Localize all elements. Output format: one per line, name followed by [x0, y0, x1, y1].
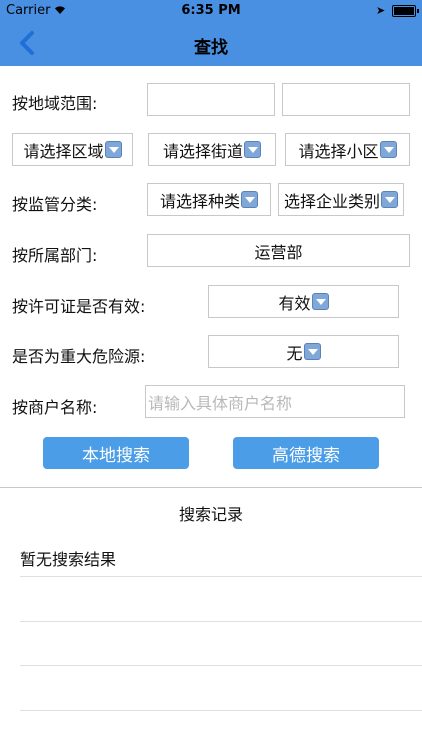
- district-select[interactable]: 请选择区域: [12, 133, 133, 166]
- divider: [0, 487, 422, 488]
- license-select[interactable]: 有效: [208, 285, 399, 318]
- local-search-button[interactable]: 本地搜索: [43, 437, 189, 469]
- street-select[interactable]: 请选择街道: [148, 133, 276, 166]
- community-select[interactable]: 请选择小区: [285, 133, 410, 166]
- page-title: 查找: [194, 38, 228, 58]
- list-divider: [20, 576, 422, 577]
- dropdown-arrow-icon: [303, 343, 321, 360]
- license-value: 有效: [278, 293, 311, 313]
- battery-icon: [392, 5, 419, 17]
- navigation-bar: Carrier 6:35 PM ➤ 查找: [0, 0, 422, 66]
- location-arrow-icon: ➤: [376, 4, 386, 17]
- merchant-label: 按商户名称:: [12, 398, 98, 417]
- kind-select-label: 请选择种类: [159, 191, 240, 211]
- street-select-label: 请选择街道: [162, 141, 243, 161]
- department-select[interactable]: 运营部: [147, 234, 410, 267]
- region-input-1[interactable]: [147, 83, 275, 116]
- enterprise-type-select[interactable]: 选择企业类别: [278, 183, 404, 216]
- license-label: 按许可证是否有效:: [12, 297, 146, 316]
- history-empty-text: 暂无搜索结果: [20, 550, 117, 569]
- amap-search-button[interactable]: 高德搜索: [233, 437, 379, 469]
- region-label: 按地域范围:: [12, 94, 98, 113]
- hazard-select[interactable]: 无: [208, 335, 399, 368]
- community-select-label: 请选择小区: [298, 141, 379, 161]
- merchant-name-input[interactable]: 请输入具体商户名称: [145, 385, 405, 418]
- kind-select[interactable]: 请选择种类: [147, 183, 271, 216]
- dropdown-arrow-icon: [244, 141, 261, 158]
- hazard-value: 无: [286, 343, 303, 363]
- status-time: 6:35 PM: [181, 3, 241, 18]
- dropdown-arrow-icon: [381, 191, 398, 208]
- dropdown-arrow-icon: [104, 141, 122, 158]
- department-value: 运营部: [254, 242, 303, 262]
- department-label: 按所属部门:: [12, 246, 98, 265]
- hazard-label: 是否为重大危险源:: [12, 347, 146, 366]
- dropdown-arrow-icon: [241, 191, 258, 208]
- merchant-placeholder: 请输入具体商户名称: [148, 393, 293, 413]
- list-divider: [20, 621, 422, 622]
- status-bar: Carrier 6:35 PM ➤: [0, 0, 422, 22]
- region-input-2[interactable]: [282, 83, 410, 116]
- enterprise-type-select-label: 选择企业类别: [283, 191, 380, 211]
- dropdown-arrow-icon: [311, 293, 329, 310]
- history-title: 搜索记录: [178, 505, 243, 524]
- list-divider: [20, 710, 422, 711]
- district-select-label: 请选择区域: [23, 141, 104, 161]
- list-divider: [20, 665, 422, 666]
- dropdown-arrow-icon: [379, 141, 397, 158]
- regulation-label: 按监管分类:: [12, 195, 98, 214]
